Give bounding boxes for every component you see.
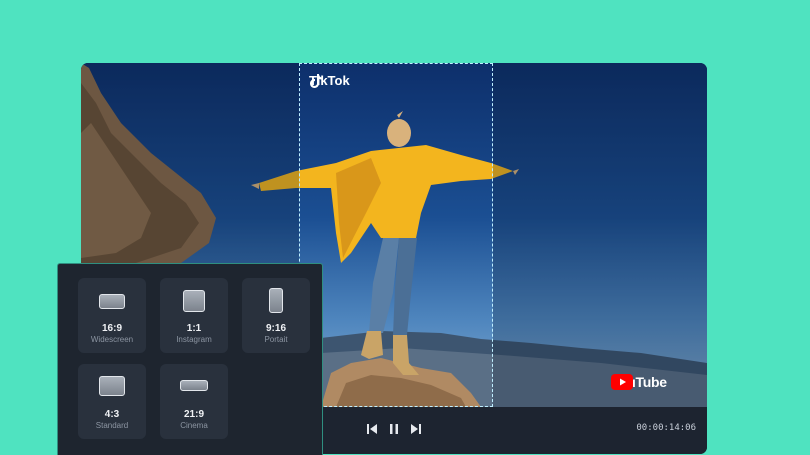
youtube-icon (611, 374, 633, 390)
ratio-label: Instagram (176, 335, 212, 344)
tiktok-icon (310, 74, 322, 88)
tiktok-badge: TikTok (309, 73, 350, 88)
ratio-option-9-16[interactable]: 9:16 Portait (242, 278, 310, 353)
ratio-option-21-9[interactable]: 21:9 Cinema (160, 364, 228, 439)
youtube-badge: YouTube (611, 374, 667, 390)
ratio-label: Portait (264, 335, 288, 344)
ratio-label: Standard (95, 421, 129, 430)
ratio-value: 9:16 (265, 323, 286, 334)
ratio-value: 1:1 (186, 323, 202, 334)
ratio-label: Widescreen (90, 335, 134, 344)
pause-icon[interactable] (386, 421, 402, 437)
ratio-label: Cinema (180, 421, 208, 430)
standard-icon (99, 376, 125, 396)
square-icon (183, 290, 205, 312)
step-back-icon[interactable] (364, 421, 380, 437)
ratio-value: 16:9 (101, 323, 122, 334)
portrait-icon (269, 288, 283, 313)
aspect-ratio-panel: 16:9 Widescreen 1:1 Instagram 9:16 Porta… (57, 263, 323, 455)
ratio-value: 4:3 (104, 409, 120, 420)
cinema-icon (180, 380, 208, 391)
ratio-option-16-9[interactable]: 16:9 Widescreen (78, 278, 146, 353)
ratio-option-1-1[interactable]: 1:1 Instagram (160, 278, 228, 353)
crop-outside-right (493, 63, 707, 407)
crop-frame[interactable] (299, 63, 493, 407)
ratio-option-4-3[interactable]: 4:3 Standard (78, 364, 146, 439)
step-forward-icon[interactable] (407, 421, 423, 437)
widescreen-icon (99, 294, 125, 309)
ratio-value: 21:9 (183, 409, 204, 420)
timecode: 00:00:14:06 (636, 423, 696, 433)
